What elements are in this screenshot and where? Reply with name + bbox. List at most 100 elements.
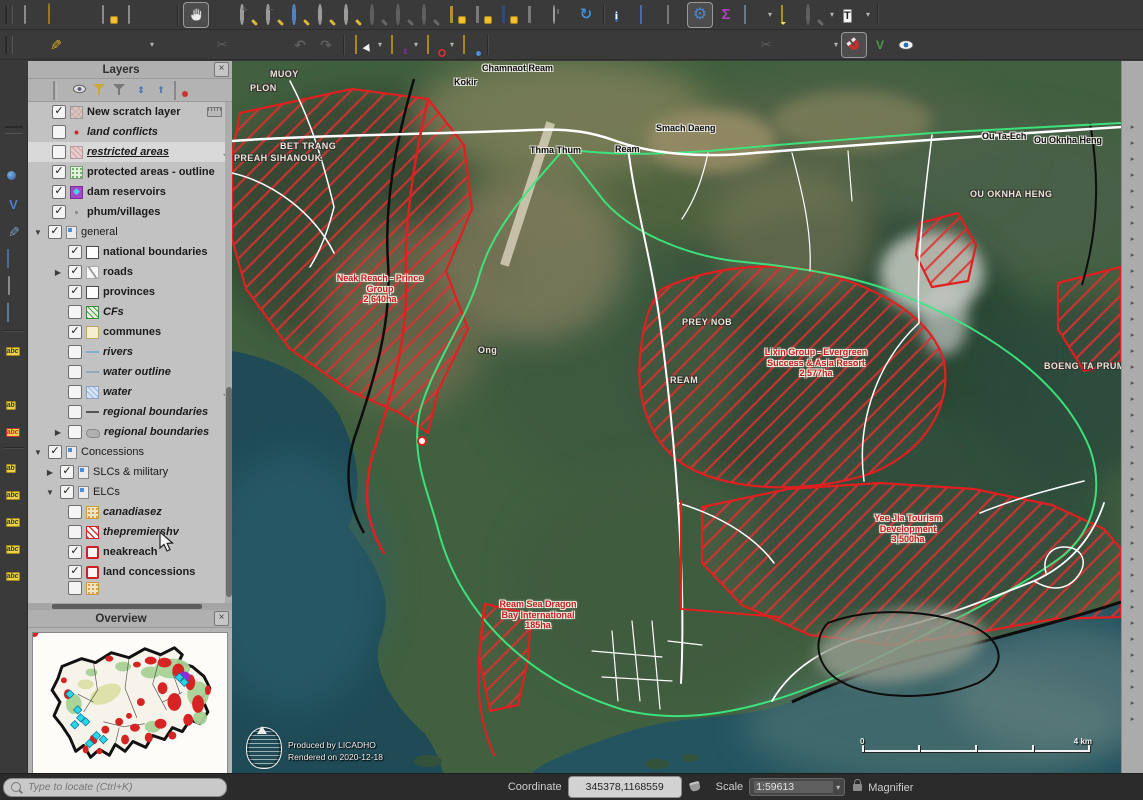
layer-checkbox[interactable]: ✓ [68, 425, 82, 439]
expander-icon[interactable]: ▶ [52, 428, 64, 437]
extents-icon[interactable] [687, 778, 705, 796]
layer-checkbox[interactable]: ✓ [60, 485, 74, 499]
save-project-button[interactable] [70, 3, 94, 27]
add-group-button[interactable] [52, 82, 68, 98]
style-manager-button[interactable] [148, 3, 172, 27]
visibility-tool-button[interactable] [894, 33, 918, 57]
add-mesh-layer-button[interactable] [2, 247, 26, 271]
change-label-button[interactable]: abc [2, 562, 26, 586]
group-row-general[interactable]: ▼ ✓ general [28, 222, 232, 242]
layer-checkbox[interactable]: ✓ [68, 581, 82, 595]
statistical-summary-button[interactable]: Σ [714, 3, 738, 27]
right-panel-strip[interactable]: ▸▸▸▸▸▸▸▸▸▸▸▸▸▸▸▸▸▸▸▸▸▸▸▸▸▸▸▸▸▸▸▸▸▸▸▸▸▸ [1121, 61, 1143, 773]
layer-row-new-scratch-layer[interactable]: ✓ New scratch layer [28, 102, 232, 122]
text-annotation-button[interactable]: T [838, 3, 862, 27]
scrollbar-thumb[interactable] [226, 387, 232, 597]
layer-checkbox[interactable]: ✓ [68, 245, 82, 259]
select-expression-dropdown[interactable]: ▾ [412, 33, 420, 57]
overview-map[interactable] [32, 632, 228, 777]
deselect-dropdown[interactable]: ▾ [448, 33, 456, 57]
expand-all-button[interactable]: ⇕ [132, 82, 148, 98]
show-bookmarks-button[interactable] [470, 3, 494, 27]
layer-row-neakreach[interactable]: ✓ neakreach [28, 542, 232, 562]
layer-row-water-outline[interactable]: ✓ water outline [28, 362, 232, 382]
new-project-button[interactable] [18, 3, 42, 27]
new-spatial-bookmark-button[interactable] [444, 3, 468, 27]
layer-row-dam-reservoirs[interactable]: ✓ dam reservoirs [28, 182, 232, 202]
layer-row-communes[interactable]: ✓ communes [28, 322, 232, 342]
new-print-layout-button[interactable] [96, 3, 120, 27]
layer-checkbox[interactable]: ✓ [52, 165, 66, 179]
layer-row-roads[interactable]: ▶ ✓ roads [28, 262, 232, 282]
layer-checkbox[interactable]: ✓ [52, 125, 66, 139]
layer-checkbox[interactable]: ✓ [68, 565, 82, 579]
deselect-features-button[interactable] [422, 33, 446, 57]
add-raster-layer-button[interactable] [2, 166, 26, 190]
layer-row-thepremiershv[interactable]: ✓ thepremiershv [28, 522, 232, 542]
layer-row-land-conflicts[interactable]: ✓ land conflicts [28, 122, 232, 142]
expander-icon[interactable]: ▼ [32, 448, 44, 457]
close-icon[interactable]: × [214, 62, 229, 77]
layer-checkbox[interactable]: ✓ [68, 265, 82, 279]
layer-row-water[interactable]: ✓ water [28, 382, 232, 402]
lock-scale-icon[interactable] [853, 784, 862, 791]
refresh-map-button[interactable]: ↻ [574, 3, 598, 27]
group-row-slcs-military[interactable]: ▶ ✓ SLCs & military [28, 462, 232, 482]
layer-checkbox[interactable]: ✓ [68, 405, 82, 419]
pan-map-button[interactable] [184, 3, 208, 27]
layer-checkbox[interactable]: ✓ [68, 365, 82, 379]
zoom-out-button[interactable]: − [262, 3, 286, 27]
label-mask-button[interactable]: abc [2, 418, 26, 442]
locator-box[interactable] [3, 778, 227, 797]
open-layer-styling-button[interactable] [32, 82, 48, 98]
manage-map-themes-button[interactable] [72, 82, 88, 98]
layers-horizontal-scrollbar[interactable] [28, 603, 232, 610]
expander-icon[interactable]: ▶ [44, 468, 56, 477]
zoom-to-selection-button[interactable] [314, 3, 338, 27]
scrollbar-thumb[interactable] [52, 604, 202, 609]
layer-row-partial[interactable]: ✓ [28, 582, 232, 594]
layer-checkbox[interactable]: ✓ [68, 385, 82, 399]
pin-labels-button[interactable]: ab [2, 454, 26, 478]
group-row-concessions[interactable]: ▼ ✓ Concessions [28, 442, 232, 462]
toolbar-handle[interactable] [5, 126, 23, 134]
rotate-label-button[interactable]: abc [2, 535, 26, 559]
open-attribute-table-button[interactable] [636, 3, 660, 27]
measure-line-button[interactable] [740, 3, 764, 27]
toolbar-handle[interactable] [5, 6, 13, 24]
layer-row-land-concessions[interactable]: ✓ land concessions [28, 562, 232, 582]
layer-row-regional-boundaries-poly[interactable]: ▶ ✓ regional boundaries [28, 422, 232, 442]
expander-icon[interactable]: ▼ [44, 488, 56, 497]
new-bookmark-blue-button[interactable] [496, 3, 520, 27]
layer-checkbox[interactable]: ✓ [52, 105, 66, 119]
add-feature-dropdown[interactable]: ▾ [148, 33, 156, 57]
layer-checkbox[interactable]: ✓ [60, 465, 74, 479]
zoom-to-layer-button[interactable] [340, 3, 364, 27]
map-tips-button[interactable] [776, 3, 800, 27]
layer-checkbox[interactable]: ✓ [52, 145, 66, 159]
temporal-controller-button[interactable] [548, 3, 572, 27]
group-row-elcs[interactable]: ▼ ✓ ELCs [28, 482, 232, 502]
measure-dropdown[interactable]: ▾ [766, 3, 774, 27]
expander-icon[interactable]: ▶ [52, 268, 64, 277]
layer-checkbox[interactable]: ✓ [68, 525, 82, 539]
expander-icon[interactable]: ▼ [32, 228, 44, 237]
remove-layer-button[interactable] [172, 82, 188, 98]
layer-checkbox[interactable]: ✓ [68, 545, 82, 559]
bookmark-manager-button[interactable] [522, 3, 546, 27]
layer-checkbox[interactable]: ✓ [68, 345, 82, 359]
open-project-button[interactable] [44, 3, 68, 27]
layer-row-canadiasez[interactable]: ✓ canadiasez [28, 502, 232, 522]
layer-checkbox[interactable]: ✓ [68, 325, 82, 339]
layer-checkbox[interactable]: ✓ [52, 185, 66, 199]
layer-row-phum-villages[interactable]: ✓ phum/villages [28, 202, 232, 222]
select-dropdown[interactable]: ▾ [376, 33, 384, 57]
layer-diagram-options-button[interactable] [2, 364, 26, 388]
annotation-dropdown[interactable]: ▾ [864, 3, 872, 27]
layer-row-rivers[interactable]: ✓ rivers [28, 342, 232, 362]
pan-to-selection-button[interactable] [210, 3, 234, 27]
layer-row-national-boundaries[interactable]: ✓ national boundaries [28, 242, 232, 262]
new-shapefile-layer-button[interactable]: ✎ [2, 220, 26, 244]
move-label-button[interactable]: abc [2, 508, 26, 532]
toggle-editing-button[interactable]: ✎ [44, 33, 68, 57]
